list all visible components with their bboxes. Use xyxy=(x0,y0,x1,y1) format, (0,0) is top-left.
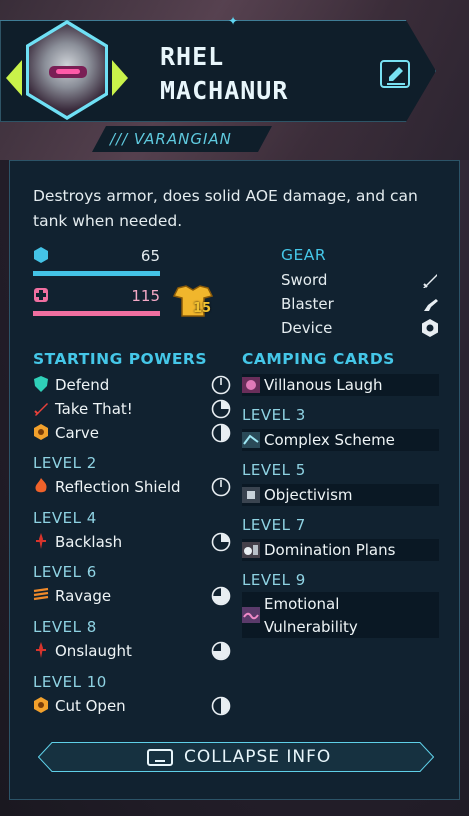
shield-stat: 65 xyxy=(33,247,160,265)
onslaught-icon xyxy=(36,642,46,658)
shield-icon xyxy=(34,247,48,263)
card-level-3: LEVEL 3 xyxy=(242,406,306,424)
health-cross-icon xyxy=(34,288,48,302)
collapse-icon xyxy=(147,749,173,766)
character-first-name: RHEL xyxy=(160,42,225,71)
power-level-2: LEVEL 2 xyxy=(33,454,97,472)
gear-item-blaster: Blaster xyxy=(281,295,334,313)
gear-item-device: Device xyxy=(281,319,333,337)
shield-value: 65 xyxy=(140,247,160,265)
card-level-9: LEVEL 9 xyxy=(242,571,306,589)
camping-cards-title: CAMPING CARDS xyxy=(242,350,395,368)
cooldown-3-icon xyxy=(211,423,231,443)
card-name: Domination Plans xyxy=(264,541,396,559)
collapse-info-label: COLLAPSE INFO xyxy=(184,747,332,767)
card-name-line-1: Emotional xyxy=(264,595,340,613)
backlash-icon xyxy=(36,533,46,549)
cooldown-4-icon xyxy=(211,586,231,606)
health-value: 115 xyxy=(131,287,160,305)
card-emotional-vulnerability[interactable]: Emotional Vulnerability xyxy=(242,592,439,638)
character-last-name: MACHANUR xyxy=(160,76,289,105)
card-domination-plans[interactable]: Domination Plans xyxy=(242,539,439,561)
previous-character-arrow-icon[interactable] xyxy=(6,60,22,96)
power-name: Ravage xyxy=(55,587,112,605)
power-reflection-shield[interactable]: Reflection Shield xyxy=(33,476,233,498)
cooldown-1-icon xyxy=(211,477,231,497)
objectivism-icon xyxy=(242,487,260,503)
character-name: RHEL MACHANUR xyxy=(160,40,360,108)
cut-open-icon xyxy=(34,697,48,713)
power-level-8: LEVEL 8 xyxy=(33,618,97,636)
complex-scheme-icon xyxy=(242,432,260,448)
gear-item-sword: Sword xyxy=(281,271,328,289)
power-backlash[interactable]: Backlash xyxy=(33,531,233,553)
card-name: Villanous Laugh xyxy=(264,376,383,394)
power-name: Onslaught xyxy=(55,642,132,660)
villanous-laugh-icon xyxy=(242,377,260,393)
power-name: Defend xyxy=(55,376,110,394)
portrait-visor-glow xyxy=(56,69,80,74)
card-complex-scheme[interactable]: Complex Scheme xyxy=(242,429,439,451)
class-tag: /// VARANGIAN xyxy=(92,126,272,152)
power-take-that[interactable]: Take That! xyxy=(33,398,233,420)
card-level-5: LEVEL 5 xyxy=(242,461,306,479)
cooldown-3-icon xyxy=(211,696,231,716)
edit-icon xyxy=(387,67,405,85)
blaster-icon xyxy=(424,299,438,311)
power-level-4: LEVEL 4 xyxy=(33,509,97,527)
device-icon xyxy=(422,319,438,337)
power-name: Backlash xyxy=(55,533,123,551)
next-character-arrow-icon[interactable] xyxy=(112,60,128,96)
character-description: Destroys armor, does solid AOE damage, a… xyxy=(33,187,418,230)
health-bar xyxy=(33,311,160,316)
power-name: Reflection Shield xyxy=(55,478,181,496)
emotional-vulnerability-icon xyxy=(242,607,260,623)
card-name: Complex Scheme xyxy=(264,431,395,449)
power-defend[interactable]: Defend xyxy=(33,374,233,396)
power-carve[interactable]: Carve xyxy=(33,422,233,444)
cooldown-2-icon xyxy=(211,532,231,552)
armor-value: 15 xyxy=(193,301,212,316)
cooldown-1-icon xyxy=(211,375,231,395)
card-objectivism[interactable]: Objectivism xyxy=(242,484,439,506)
shield-bar xyxy=(33,271,160,276)
power-level-6: LEVEL 6 xyxy=(33,563,97,581)
sword-icon xyxy=(423,274,437,288)
character-portrait[interactable] xyxy=(6,18,128,124)
defend-icon xyxy=(34,376,48,392)
take-that-icon xyxy=(34,403,48,416)
power-name: Carve xyxy=(55,424,99,442)
reflection-shield-icon xyxy=(35,478,47,493)
cooldown-4-icon xyxy=(211,641,231,661)
card-name: Objectivism xyxy=(264,486,353,504)
ravage-icon xyxy=(33,587,49,601)
cooldown-2-icon xyxy=(211,399,231,419)
power-name: Cut Open xyxy=(55,697,126,715)
card-name-line-2: Vulnerability xyxy=(264,618,358,636)
health-stat: 115 xyxy=(33,287,160,305)
gear-title: GEAR xyxy=(281,246,327,264)
carve-icon xyxy=(34,424,48,440)
power-name: Take That! xyxy=(55,400,133,418)
power-ravage[interactable]: Ravage xyxy=(33,585,233,607)
domination-plans-icon xyxy=(242,542,260,558)
power-level-10: LEVEL 10 xyxy=(33,673,107,691)
header-ornament-icon: ✦ xyxy=(227,14,239,28)
card-level-7: LEVEL 7 xyxy=(242,516,306,534)
edit-button[interactable] xyxy=(380,60,410,88)
card-villanous-laugh[interactable]: Villanous Laugh xyxy=(242,374,439,396)
power-cut-open[interactable]: Cut Open xyxy=(33,695,233,717)
power-onslaught[interactable]: Onslaught xyxy=(33,640,233,662)
starting-powers-title: STARTING POWERS xyxy=(33,350,208,368)
